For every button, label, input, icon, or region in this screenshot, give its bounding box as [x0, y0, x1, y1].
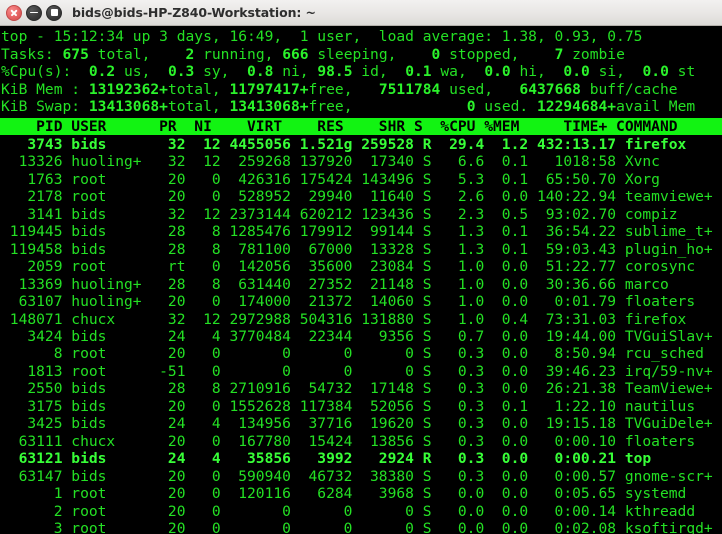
close-button[interactable] — [6, 4, 22, 21]
table-row[interactable]: 3 root 20 0 0 0 0 S 0.0 0.0 0:02.08 ksof… — [0, 520, 722, 534]
table-row[interactable]: 2059 root rt 0 142056 35600 23084 S 1.0 … — [0, 258, 722, 275]
table-row[interactable]: 3424 bids 24 4 3770484 22344 9356 S 0.7 … — [0, 328, 722, 345]
process-table-body: 3743 bids 32 12 4455056 1.521g 259528 R … — [0, 136, 722, 534]
table-row[interactable]: 3425 bids 24 4 134956 37716 19620 S 0.3 … — [0, 415, 722, 432]
table-row[interactable]: 63111 chucx 20 0 167780 15424 13856 S 0.… — [0, 433, 722, 450]
top-uptime-line: top - 15:12:34 up 3 days, 16:49, 1 user,… — [1, 28, 643, 45]
table-row[interactable]: 63121 bids 24 4 35856 3992 2924 R 0.3 0.… — [0, 450, 722, 467]
table-row[interactable]: 119445 bids 28 8 1285476 179912 99144 S … — [0, 223, 722, 240]
table-row[interactable]: 3743 bids 32 12 4455056 1.521g 259528 R … — [0, 136, 722, 153]
minimize-button[interactable] — [26, 4, 42, 21]
table-row[interactable]: 1813 root -51 0 0 0 0 S 0.3 0.0 39:46.23… — [0, 363, 722, 380]
table-row[interactable]: 119458 bids 28 8 781100 67000 13328 S 1.… — [0, 241, 722, 258]
top-swap-line: KiB Swap: 13413068+total, 13413068+free,… — [1, 98, 696, 115]
table-row[interactable]: 1763 root 20 0 426316 175424 143496 S 5.… — [0, 171, 722, 188]
table-row[interactable]: 2 root 20 0 0 0 0 S 0.0 0.0 0:00.14 kthr… — [0, 503, 722, 520]
top-tasks-line: Tasks: 675 total, 2 running, 666 sleepin… — [1, 45, 625, 63]
maximize-icon — [50, 9, 58, 16]
table-row[interactable]: 2550 bids 28 8 2710916 54732 17148 S 0.3… — [0, 380, 722, 397]
maximize-button[interactable] — [46, 4, 62, 21]
table-row[interactable]: 2178 root 20 0 528952 29940 11640 S 2.6 … — [0, 188, 722, 205]
process-table-header: PID USER PR NI VIRT RES SHR S %CPU %MEM … — [0, 117, 722, 135]
window-titlebar: bids@bids-HP-Z840-Workstation: ~ — [0, 0, 722, 26]
terminal-screen[interactable]: top - 15:12:34 up 3 days, 16:49, 1 user,… — [0, 26, 722, 534]
table-row[interactable]: 3141 bids 32 12 2373144 620212 123436 S … — [0, 206, 722, 223]
minimize-icon — [30, 11, 38, 14]
table-row[interactable]: 148071 chucx 32 12 2972988 504316 131880… — [0, 311, 722, 328]
window-title: bids@bids-HP-Z840-Workstation: ~ — [72, 5, 316, 20]
table-row[interactable]: 63107 huoling+ 20 0 174000 21372 14060 S… — [0, 293, 722, 310]
table-row[interactable]: 13326 huoling+ 32 12 259268 137920 17340… — [0, 153, 722, 170]
table-row[interactable]: 3175 bids 20 0 1552628 117384 52056 S 0.… — [0, 398, 722, 415]
table-row[interactable]: 1 root 20 0 120116 6284 3968 S 0.0 0.0 0… — [0, 485, 722, 502]
close-icon — [10, 9, 18, 16]
table-row[interactable]: 13369 huoling+ 28 8 631440 27352 21148 S… — [0, 276, 722, 293]
top-mem-line: KiB Mem : 13192362+total, 11797417+free,… — [1, 80, 678, 98]
top-cpu-line: %Cpu(s): 0.2 us, 0.3 sy, 0.8 ni, 98.5 id… — [1, 63, 696, 80]
table-row[interactable]: 8 root 20 0 0 0 0 S 0.3 0.0 8:50.94 rcu_… — [0, 345, 722, 362]
table-row[interactable]: 63147 bids 20 0 590940 46732 38380 S 0.3… — [0, 468, 722, 485]
window-controls — [6, 4, 62, 21]
